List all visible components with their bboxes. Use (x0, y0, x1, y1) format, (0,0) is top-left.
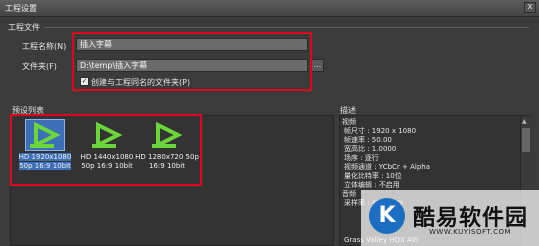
desc-line: 视频通道 : YCbCr + Alpha (344, 163, 431, 171)
scroll-thumb[interactable] (522, 128, 530, 152)
watermark-logo-icon: K (369, 198, 405, 234)
desc-line: 视频 (342, 118, 356, 126)
watermark-url: WWW.KUYISOFT.COM (429, 228, 512, 236)
group-separator (44, 27, 529, 28)
project-file-group-label: 工程文件 (8, 23, 40, 32)
project-name-label: 工程名称(N) (22, 42, 67, 51)
scroll-up-arrow-icon[interactable]: ▲ (522, 118, 527, 125)
desc-line: 帧速率 : 50.00 (344, 136, 392, 144)
desc-line: 量化比特率 : 10位 (344, 172, 402, 180)
desc-line: 帧尺寸 : 1920 x 1080 (344, 127, 417, 135)
desc-line: 立体编辑 : 不启用 (344, 181, 400, 189)
watermark: K 酷易软件园 WWW.KUYISOFT.COM (361, 190, 539, 246)
highlight-box-presets (10, 114, 202, 186)
title-bar: 工程设置 x (0, 0, 539, 17)
close-button[interactable]: x (524, 2, 536, 13)
highlight-box-project-file (72, 32, 312, 91)
desc-line: 宽高比 : 1.0000 (344, 145, 397, 153)
desc-line: 场序 : 逐行 (344, 154, 379, 162)
desc-line: 音频 (342, 190, 356, 198)
browse-folder-button[interactable]: ... (311, 59, 324, 72)
folder-label: 文件夹(F) (22, 62, 57, 71)
window-title: 工程设置 (5, 4, 37, 13)
